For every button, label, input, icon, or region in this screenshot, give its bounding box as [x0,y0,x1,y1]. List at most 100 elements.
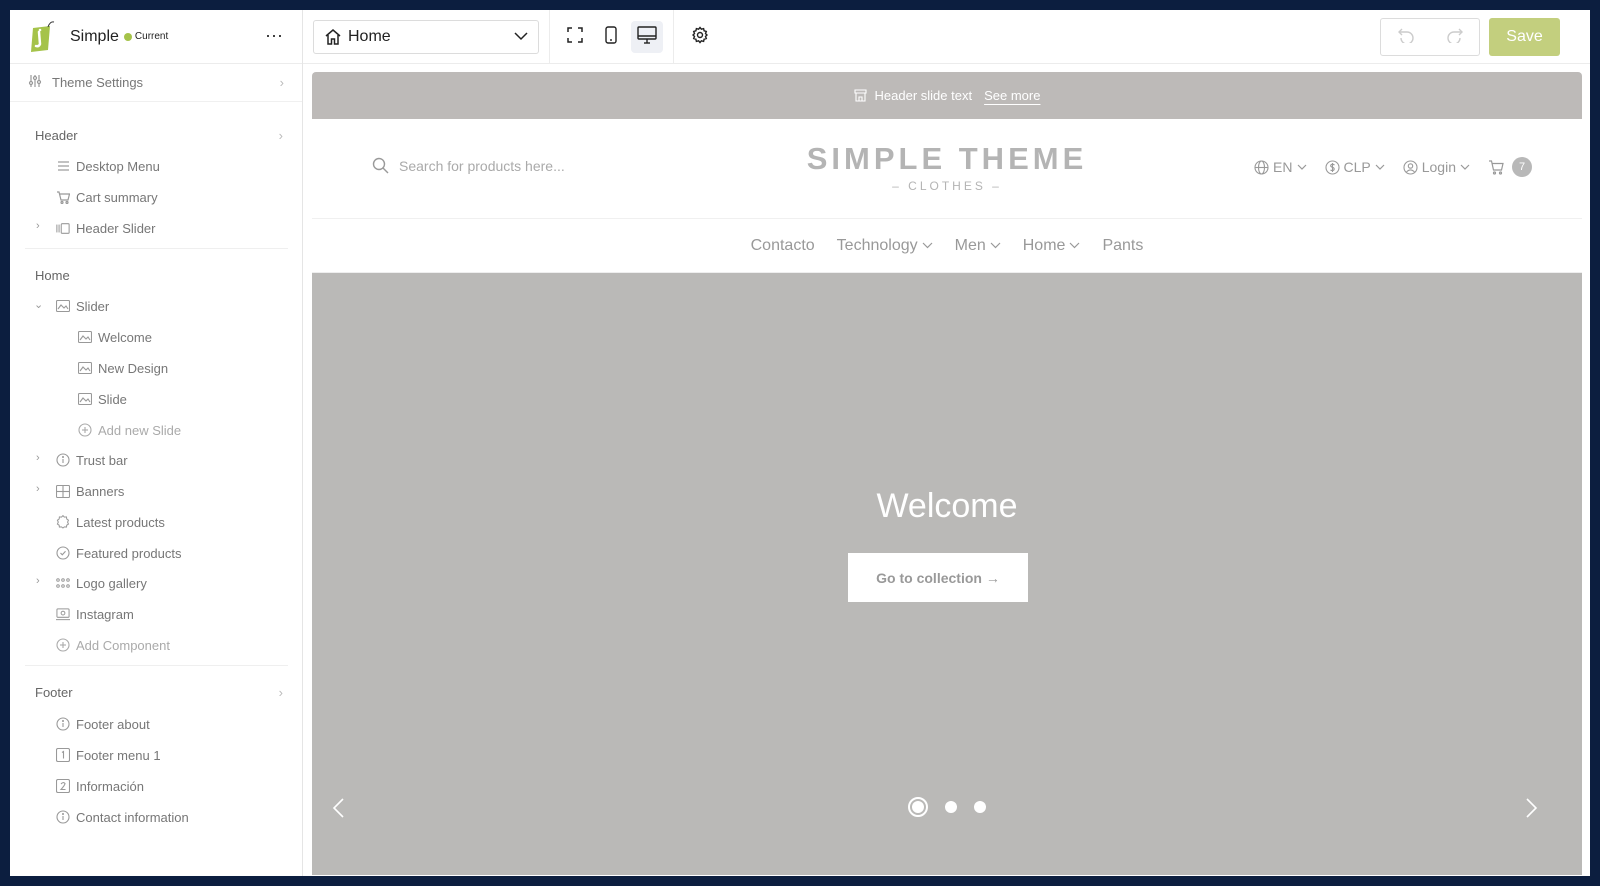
sidebar-item-latest-products[interactable]: Latest products [56,512,165,532]
sidebar-item-slider[interactable]: Slider [56,296,109,316]
mobile-icon [605,25,617,49]
slider-dot-3[interactable] [974,801,986,813]
sidebar-item-footer-about[interactable]: Footer about [56,714,150,734]
chevron-down-icon [1375,164,1385,170]
slider-dot-2[interactable] [945,801,957,813]
settings-button[interactable] [684,21,716,53]
nav-item-pants[interactable]: Pants [1102,237,1143,255]
nav-item-contacto[interactable]: Contacto [751,237,815,255]
item-label: Footer about [76,716,150,732]
toolbar: Home Save [303,10,1590,64]
item-label: Banners [76,483,125,499]
add-component-button[interactable]: Add Component [56,635,170,655]
divider [25,248,288,249]
image-icon [56,299,70,313]
item-label: Logo gallery [76,575,147,591]
check-circle-icon [56,546,70,560]
chevron-down-icon[interactable]: ⌄ [34,298,43,311]
sidebar-slide-welcome[interactable]: Welcome [78,327,152,347]
redo-button[interactable] [1430,19,1479,55]
home-icon [324,28,342,46]
sidebar-item-featured-products[interactable]: Featured products [56,543,182,563]
slider-icon [56,221,70,235]
chevron-right-icon[interactable]: › [36,483,40,495]
image-icon [78,330,92,344]
item-label: Featured products [76,545,182,561]
store-header: Search for products here... SIMPLE THEME… [312,119,1582,219]
header-slide-bar: Header slide text See more [312,72,1582,119]
header-slide-text: Header slide text [874,88,973,103]
sidebar-item-trust-bar[interactable]: Trust bar [56,450,128,470]
chevron-right-icon[interactable]: › [36,575,40,587]
chevron-down-icon [1460,164,1470,170]
page-select[interactable]: Home [313,20,539,54]
chevron-right-icon: › [278,684,283,700]
slider-dot-1[interactable] [908,797,928,817]
desktop-icon [637,25,657,49]
language-selector[interactable]: EN [1254,159,1306,175]
cart-icon [1489,159,1504,175]
sidebar-item-banners[interactable]: Banners [56,481,124,501]
item-label: New Design [98,360,169,376]
info-icon [56,810,70,824]
language-value: EN [1273,159,1293,175]
sidebar-section-footer[interactable]: Footer › [10,682,303,702]
sidebar-item-cart-summary[interactable]: Cart summary [56,187,158,207]
save-button[interactable]: Save [1489,18,1560,56]
sidebar-item-informacion[interactable]: Información [56,776,144,796]
number-two-icon [56,779,70,793]
status-dot [123,32,132,41]
nav-item-men[interactable]: Men [955,237,1001,255]
see-more-link[interactable]: See more [984,88,1040,103]
section-title-header: Header [35,127,78,143]
fullscreen-button[interactable] [559,21,591,53]
item-label: Trust bar [76,452,128,468]
sidebar-item-instagram[interactable]: Instagram [56,604,134,624]
sidebar-item-contact-information[interactable]: Contact information [56,807,189,827]
sidebar-item-logo-gallery[interactable]: Logo gallery [56,573,147,593]
mobile-view-button[interactable] [595,21,627,53]
sidebar-slide-new-design[interactable]: New Design [78,358,168,378]
item-label: Información [76,778,144,794]
sidebar-item-header-slider[interactable]: Header Slider [56,218,156,238]
sidebar-item-footer-menu-1[interactable]: Footer menu 1 [56,745,161,765]
store-navigation: Contacto Technology Men Home Pants [312,219,1582,273]
divider [673,10,674,64]
add-slide-button[interactable]: Add new Slide [78,420,181,440]
chevron-down-icon [514,28,528,46]
sidebar-section-home[interactable]: Home [10,265,303,285]
chevron-right-icon[interactable]: › [36,220,40,232]
item-label: Slider [76,298,110,314]
nav-label: Men [954,236,986,254]
item-label: Instagram [76,606,134,622]
desktop-view-button[interactable] [631,21,663,53]
nav-item-technology[interactable]: Technology [837,237,933,255]
image-icon [78,392,92,406]
item-label: Cart summary [76,189,158,205]
item-label: Welcome [98,329,152,345]
item-label: Contact information [76,809,189,825]
sidebar-slide-slide[interactable]: Slide [78,389,127,409]
redo-icon [1446,27,1464,48]
item-label: Footer menu 1 [76,747,161,763]
nav-item-home[interactable]: Home [1023,237,1081,255]
page-select-value: Home [348,28,391,45]
menu-icon [56,159,70,173]
login-label: Login [1421,159,1456,175]
section-title-footer: Footer [35,684,73,700]
item-label: Add Component [76,637,170,653]
theme-settings-item[interactable]: Theme Settings › [10,64,302,102]
info-icon [56,717,70,731]
slider-pagination [312,797,1582,817]
login-menu[interactable]: Login [1403,159,1470,175]
instagram-icon [56,607,70,621]
go-to-collection-button[interactable]: Go to collection → [848,553,1028,602]
chevron-down-icon [990,242,1001,249]
chevron-right-icon[interactable]: › [36,452,40,464]
currency-selector[interactable]: CLP [1324,159,1385,175]
more-options-icon[interactable]: ⋯ [265,26,284,47]
undo-button[interactable] [1381,19,1430,55]
sidebar-item-desktop-menu[interactable]: Desktop Menu [56,156,160,176]
sidebar-section-header[interactable]: Header › [10,125,303,145]
cart-button[interactable]: 7 [1488,157,1532,177]
